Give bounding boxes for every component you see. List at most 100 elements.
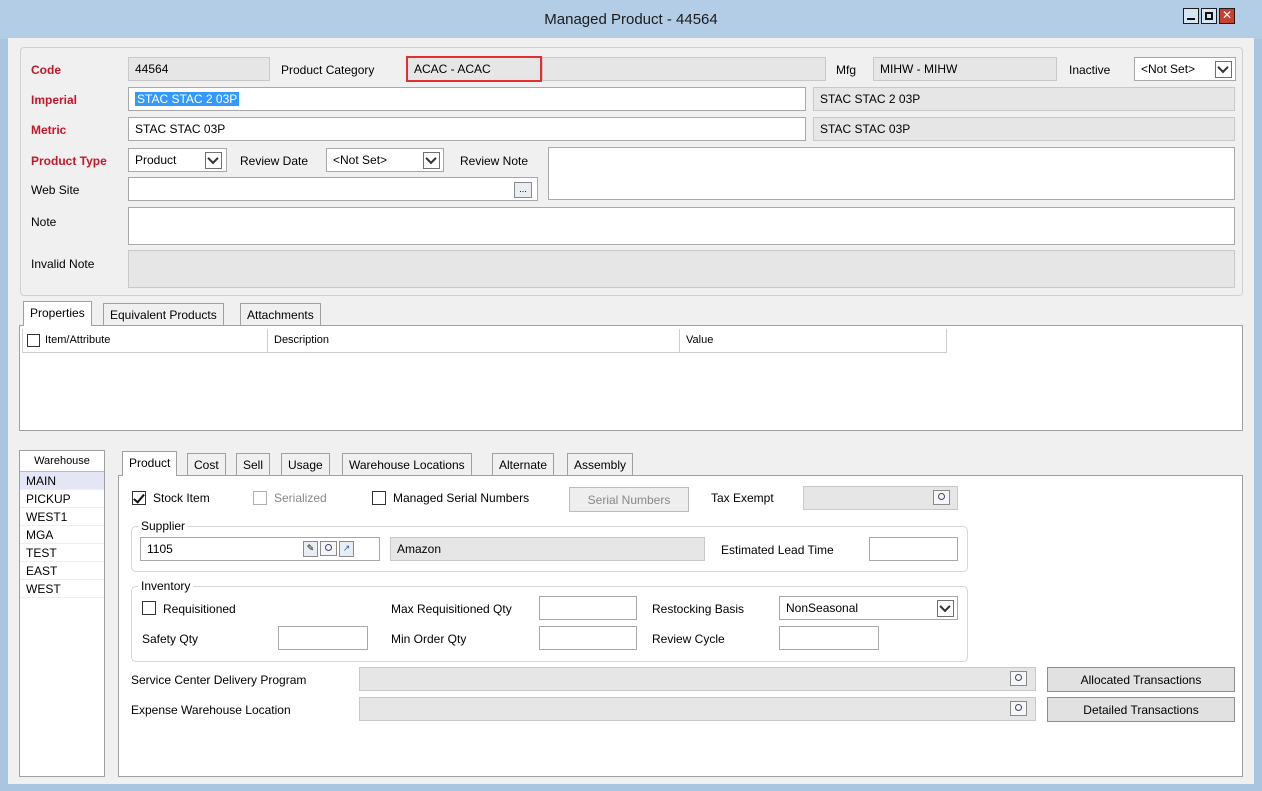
product-type-select[interactable]: Product: [128, 148, 227, 172]
supplier-code-value: 1105: [147, 542, 173, 556]
warehouse-item[interactable]: MAIN: [20, 472, 104, 490]
lead-time-input[interactable]: [869, 537, 958, 561]
open-supplier-icon[interactable]: ↗: [339, 541, 354, 557]
warehouse-item[interactable]: PICKUP: [20, 490, 104, 508]
warehouse-header: Warehouse: [20, 451, 104, 472]
code-field[interactable]: 44564: [128, 57, 270, 81]
detailed-transactions-button[interactable]: Detailed Transactions: [1047, 697, 1235, 722]
note-input[interactable]: [128, 207, 1235, 245]
lower-tab-strip: Product Cost Sell Usage Warehouse Locati…: [118, 451, 648, 476]
restocking-basis-value: NonSeasonal: [786, 601, 859, 615]
product-category-label: Product Category: [281, 63, 375, 77]
imperial-readonly: STAC STAC 2 03P: [813, 87, 1235, 111]
inventory-group-title: Inventory: [138, 579, 194, 593]
lead-time-label: Estimated Lead Time: [721, 543, 834, 557]
review-note-input[interactable]: [548, 147, 1235, 200]
invalid-note-field: [128, 250, 1235, 288]
chevron-down-icon[interactable]: [937, 600, 954, 617]
max-requisitioned-label: Max Requisitioned Qty: [391, 602, 512, 616]
minimize-icon: [1187, 18, 1195, 20]
min-order-qty-input[interactable]: [539, 626, 637, 650]
allocated-transactions-button[interactable]: Allocated Transactions: [1047, 667, 1235, 692]
tab-cost[interactable]: Cost: [187, 453, 226, 476]
requisitioned-label: Requisitioned: [163, 602, 236, 616]
chevron-down-icon[interactable]: [1215, 61, 1232, 78]
scdp-label: Service Center Delivery Program: [131, 673, 307, 687]
search-icon[interactable]: [933, 490, 950, 505]
close-icon: ✕: [1222, 8, 1233, 22]
expense-warehouse-field: [359, 697, 1036, 721]
properties-grid-header: Item/Attribute Description Value: [22, 329, 947, 355]
serialized-checkbox[interactable]: [253, 491, 267, 505]
supplier-group-title: Supplier: [138, 519, 189, 533]
imperial-value: STAC STAC 2 03P: [135, 92, 240, 106]
chevron-down-icon[interactable]: [205, 152, 222, 169]
warehouse-item[interactable]: WEST: [20, 580, 104, 598]
warehouse-item[interactable]: EAST: [20, 562, 104, 580]
column-value[interactable]: Value: [679, 329, 947, 353]
invalid-note-label: Invalid Note: [31, 257, 95, 271]
search-icon[interactable]: [320, 541, 337, 556]
safety-qty-input[interactable]: [278, 626, 368, 650]
chevron-down-icon[interactable]: [423, 152, 440, 169]
tab-assembly[interactable]: Assembly: [567, 453, 634, 476]
imperial-input[interactable]: STAC STAC 2 03P: [128, 87, 806, 111]
mfg-label: Mfg: [836, 63, 857, 77]
close-button[interactable]: ✕: [1219, 8, 1235, 24]
note-label: Note: [31, 215, 57, 229]
tab-product[interactable]: Product: [122, 451, 178, 476]
tab-attachments[interactable]: Attachments: [240, 303, 321, 326]
minimize-button[interactable]: [1183, 8, 1199, 24]
metric-input[interactable]: STAC STAC 03P: [128, 117, 806, 141]
warehouse-list: Warehouse MAIN PICKUP WEST1 MGA TEST EAS…: [19, 450, 105, 777]
column-description[interactable]: Description: [267, 329, 680, 353]
expense-warehouse-label: Expense Warehouse Location: [131, 703, 291, 717]
stock-item-checkbox[interactable]: [132, 491, 146, 505]
inactive-select[interactable]: <Not Set>: [1134, 57, 1236, 81]
tab-usage[interactable]: Usage: [281, 453, 330, 476]
inactive-value: <Not Set>: [1141, 62, 1196, 76]
managed-serial-checkbox[interactable]: [372, 491, 386, 505]
new-supplier-icon[interactable]: ✎: [303, 541, 318, 557]
review-date-value: <Not Set>: [333, 153, 388, 167]
website-label: Web Site: [31, 183, 80, 197]
imperial-label: Imperial: [31, 93, 78, 107]
stock-item-label: Stock Item: [153, 491, 210, 505]
serial-numbers-button[interactable]: Serial Numbers: [569, 487, 689, 512]
window-title: Managed Product - 44564: [544, 11, 718, 28]
requisitioned-checkbox[interactable]: [142, 601, 156, 615]
upper-tab-strip: Properties Equivalent Products Attachmen…: [19, 301, 349, 326]
mfg-field[interactable]: MIHW - MIHW: [873, 57, 1057, 81]
product-type-label: Product Type: [31, 154, 107, 168]
code-label: Code: [31, 63, 61, 77]
tab-alternate[interactable]: Alternate: [492, 453, 555, 476]
scdp-field: [359, 667, 1036, 691]
tab-properties[interactable]: Properties: [23, 301, 92, 326]
product-category-field[interactable]: ACAC - ACAC: [406, 56, 542, 82]
search-icon[interactable]: [1010, 701, 1027, 716]
review-date-select[interactable]: <Not Set>: [326, 148, 444, 172]
search-icon[interactable]: [1010, 671, 1027, 686]
restocking-basis-label: Restocking Basis: [652, 602, 745, 616]
tab-equivalent-products[interactable]: Equivalent Products: [103, 303, 224, 326]
browse-website-button[interactable]: ...: [514, 182, 532, 198]
max-requisitioned-input[interactable]: [539, 596, 637, 620]
warehouse-item[interactable]: TEST: [20, 544, 104, 562]
maximize-button[interactable]: [1201, 8, 1217, 24]
restocking-basis-select[interactable]: NonSeasonal: [779, 596, 958, 620]
warehouse-item[interactable]: MGA: [20, 526, 104, 544]
chevron-down-icon[interactable]: [27, 334, 40, 347]
tab-sell[interactable]: Sell: [236, 453, 271, 476]
review-cycle-label: Review Cycle: [652, 632, 725, 646]
maximize-icon: [1205, 12, 1213, 20]
website-input[interactable]: [128, 177, 538, 201]
warehouse-item[interactable]: WEST1: [20, 508, 104, 526]
tab-warehouse-locations[interactable]: Warehouse Locations: [342, 453, 472, 476]
metric-label: Metric: [31, 123, 67, 137]
safety-qty-label: Safety Qty: [142, 632, 199, 646]
managed-serial-label: Managed Serial Numbers: [393, 491, 530, 505]
review-cycle-input[interactable]: [779, 626, 879, 650]
column-item-attribute[interactable]: Item/Attribute: [22, 329, 268, 353]
product-category-extension: [542, 57, 826, 81]
metric-readonly: STAC STAC 03P: [813, 117, 1235, 141]
